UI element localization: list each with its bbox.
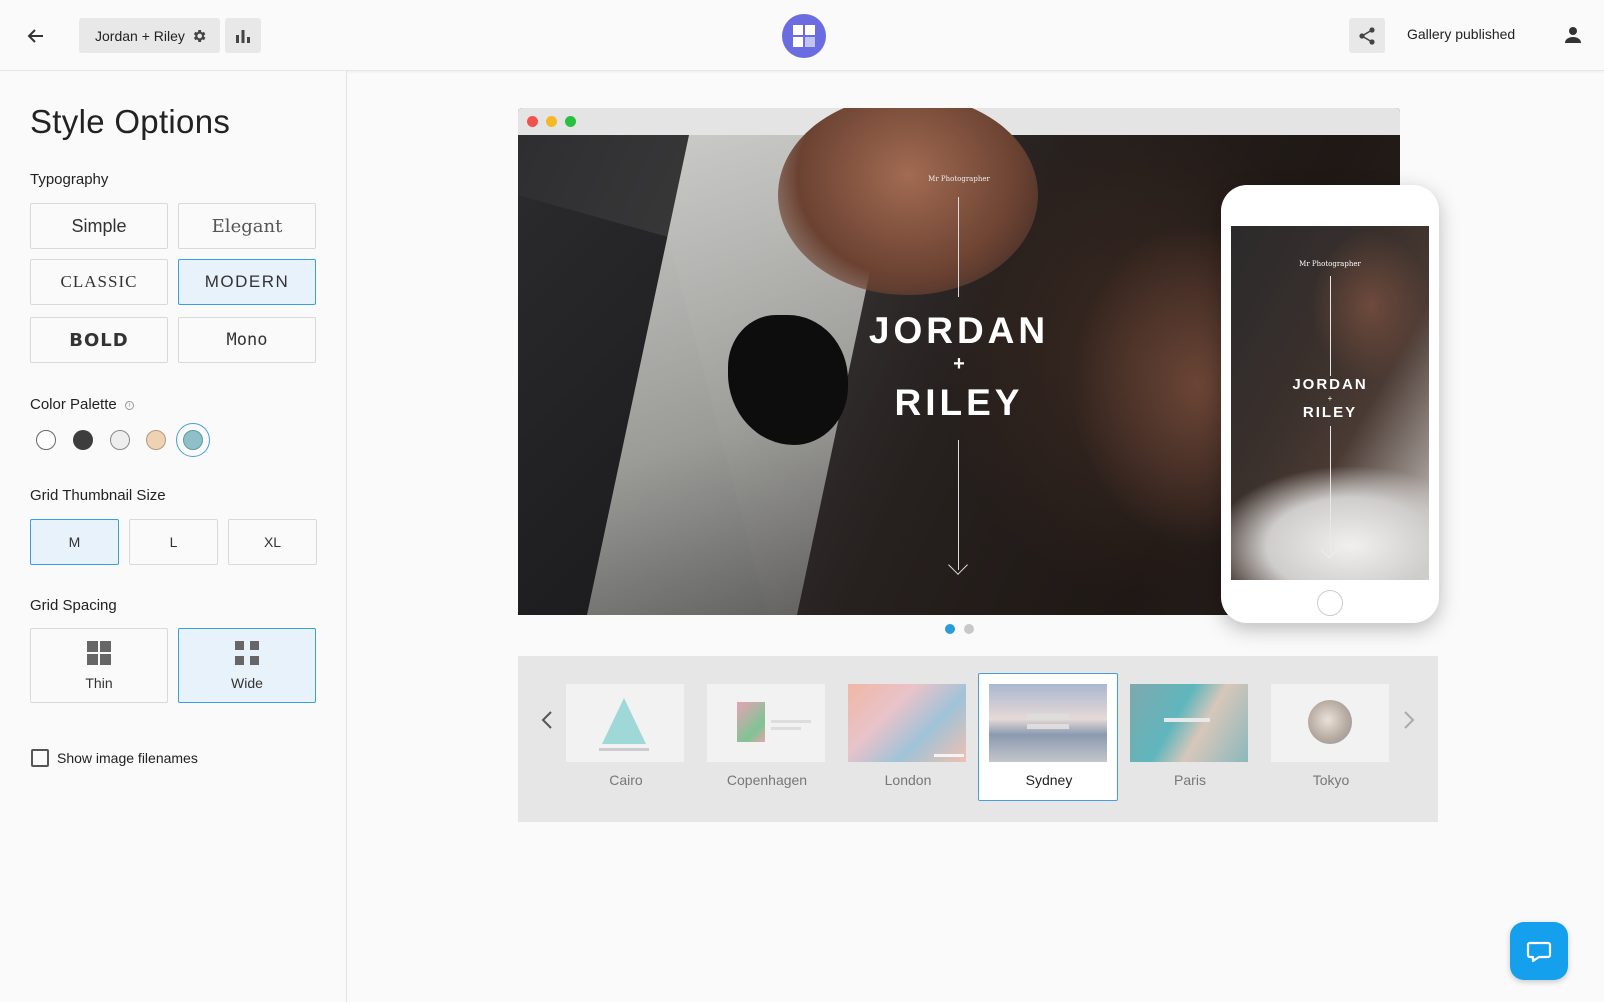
- typography-mono-button[interactable]: Mono: [178, 317, 316, 363]
- publish-status: Gallery published: [1407, 26, 1516, 42]
- color-swatch-sand[interactable]: [146, 430, 166, 450]
- color-swatch-teal[interactable]: [183, 430, 203, 450]
- bar-chart-icon: [236, 29, 250, 43]
- minimize-dot-icon: [546, 116, 557, 127]
- cover-plus: +: [953, 353, 965, 375]
- scroll-down-arrow-icon: [948, 555, 968, 575]
- account-button[interactable]: [1560, 22, 1586, 48]
- theme-thumb-sydney: [989, 684, 1107, 762]
- grid-wide-icon: [235, 640, 259, 665]
- analytics-button[interactable]: [225, 18, 261, 53]
- top-bar: Jordan + Riley Gallery published: [0, 0, 1604, 71]
- theme-card-cairo[interactable]: Cairo: [555, 673, 695, 801]
- cover-name-2: RILEY: [894, 382, 1024, 423]
- chevron-right-icon: [1404, 711, 1415, 729]
- carousel-prev-button[interactable]: [537, 710, 557, 730]
- spacing-wide-button[interactable]: Wide: [178, 628, 316, 703]
- thumbnail-size-xl-button[interactable]: XL: [228, 519, 317, 565]
- thumbnail-size-l-button[interactable]: L: [129, 519, 218, 565]
- grid-spacing-label: Grid Spacing: [30, 597, 117, 614]
- theme-name: London: [884, 772, 932, 788]
- typography-label: Typography: [30, 171, 109, 188]
- cover-name-1: JORDAN: [868, 310, 1050, 351]
- theme-card-tokyo[interactable]: Tokyo: [1260, 673, 1400, 801]
- color-swatch-light-gray[interactable]: [110, 430, 130, 450]
- mobile-photographer-credit: Mr Photographer: [1299, 260, 1361, 268]
- typography-classic-button[interactable]: CLASSIC: [30, 259, 168, 305]
- grid-thin-icon: [87, 640, 111, 665]
- theme-thumb-cairo: [566, 684, 684, 762]
- cover-line-top: [958, 197, 959, 297]
- carousel-next-button[interactable]: [1399, 710, 1419, 730]
- mobile-cover-photo: Mr Photographer JORDAN + RILEY: [1231, 226, 1429, 580]
- back-button[interactable]: [22, 22, 50, 50]
- app-logo[interactable]: [782, 14, 826, 58]
- color-palette-label-text: Color Palette: [30, 396, 117, 413]
- preview-page-dot-1[interactable]: [945, 624, 955, 634]
- maximize-dot-icon: [565, 116, 576, 127]
- style-options-panel: Style Options Typography Simple Elegant …: [0, 71, 347, 1002]
- gear-icon: [193, 29, 206, 42]
- theme-name: Tokyo: [1312, 772, 1350, 788]
- chat-bubble-icon: [1526, 941, 1552, 963]
- app-logo-icon: [793, 25, 815, 47]
- typography-simple-button[interactable]: Simple: [30, 203, 168, 249]
- preview-page-dot-2[interactable]: [964, 624, 974, 634]
- theme-thumb-tokyo: [1271, 684, 1389, 762]
- back-arrow-icon: [27, 29, 43, 43]
- spacing-wide-label: Wide: [231, 674, 263, 691]
- mobile-scroll-arrow-icon: [1320, 541, 1338, 559]
- theme-name: Sydney: [1025, 772, 1073, 788]
- mobile-line-bottom: [1330, 426, 1331, 556]
- color-palette-label: Color Palette i: [30, 396, 134, 413]
- show-filenames-label[interactable]: Show image filenames: [57, 750, 198, 766]
- thumbnail-size-m-button[interactable]: M: [30, 519, 119, 565]
- panel-title: Style Options: [30, 103, 231, 140]
- spacing-thin-button[interactable]: Thin: [30, 628, 168, 703]
- gallery-name: Jordan + Riley: [95, 27, 185, 44]
- mobile-preview: Mr Photographer JORDAN + RILEY: [1221, 185, 1439, 623]
- theme-name: Cairo: [609, 772, 643, 788]
- theme-thumb-london: [848, 684, 966, 762]
- theme-card-london[interactable]: London: [837, 673, 977, 801]
- phone-home-button: [1317, 590, 1343, 616]
- theme-carousel: Cairo Copenhagen London Sydney Paris Tok…: [518, 656, 1438, 822]
- chat-support-button[interactable]: [1510, 922, 1568, 980]
- user-icon: [1565, 27, 1581, 43]
- color-swatch-white[interactable]: [36, 430, 56, 450]
- photographer-credit: Mr Photographer: [928, 175, 990, 183]
- share-button[interactable]: [1349, 18, 1385, 53]
- mobile-line-top: [1330, 276, 1331, 376]
- theme-card-copenhagen[interactable]: Copenhagen: [696, 673, 836, 801]
- cover-line-bottom: [958, 440, 959, 570]
- mobile-cover-name-2: RILEY: [1302, 404, 1358, 421]
- info-icon[interactable]: i: [124, 400, 134, 410]
- theme-thumb-copenhagen: [707, 684, 825, 762]
- typography-bold-button[interactable]: BOLD: [30, 317, 168, 363]
- mobile-cover-plus: +: [1327, 394, 1333, 403]
- typography-elegant-button[interactable]: Elegant: [178, 203, 316, 249]
- theme-thumb-paris: [1130, 684, 1248, 762]
- show-filenames-checkbox[interactable]: [31, 749, 49, 767]
- chevron-left-icon: [541, 711, 552, 729]
- theme-card-paris[interactable]: Paris: [1119, 673, 1259, 801]
- spacing-thin-label: Thin: [85, 674, 113, 691]
- theme-name: Paris: [1174, 772, 1206, 788]
- close-dot-icon: [527, 116, 538, 127]
- color-swatch-dark[interactable]: [73, 430, 93, 450]
- grid-thumbnail-size-label: Grid Thumbnail Size: [30, 487, 166, 504]
- gallery-settings-button[interactable]: Jordan + Riley: [79, 18, 220, 53]
- typography-modern-button[interactable]: MODERN: [178, 259, 316, 305]
- mobile-cover-name-1: JORDAN: [1292, 376, 1368, 393]
- theme-name: Copenhagen: [726, 772, 808, 788]
- share-icon: [1359, 26, 1375, 45]
- theme-card-sydney[interactable]: Sydney: [978, 673, 1118, 801]
